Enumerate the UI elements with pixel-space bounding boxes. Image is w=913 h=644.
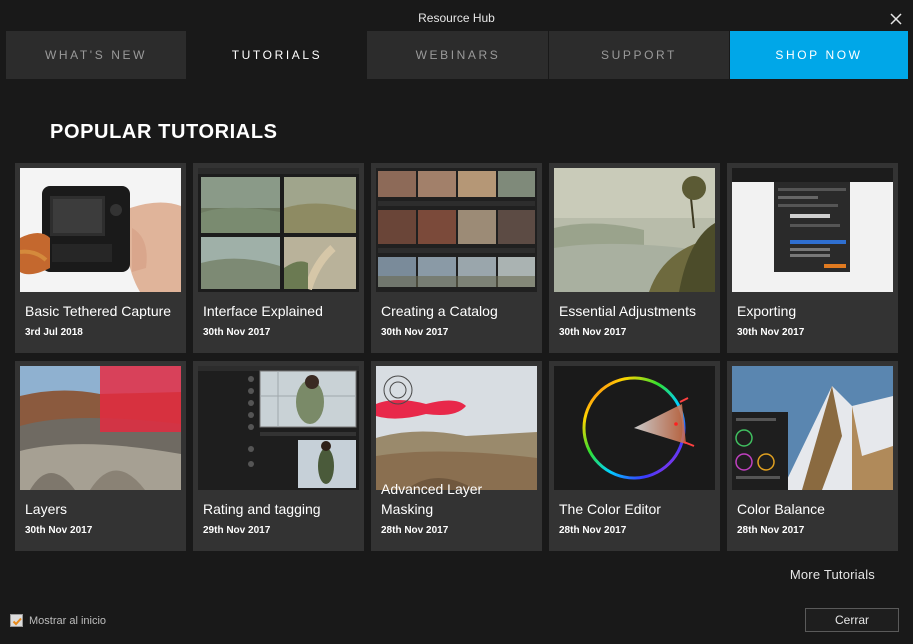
tutorial-thumbnail	[376, 168, 537, 292]
tutorial-date: 28th Nov 2017	[381, 525, 449, 536]
tutorial-thumbnail	[732, 366, 893, 490]
tutorial-date: 28th Nov 2017	[737, 525, 805, 536]
catalog-browser-grid-image	[376, 168, 537, 292]
tutorial-date: 3rd Jul 2018	[25, 327, 83, 338]
tutorial-title: Advanced Layer Masking	[381, 481, 483, 517]
color-wheel-image	[554, 366, 715, 490]
tutorial-card-interface-explained[interactable]: Interface Explained 30th Nov 2017	[193, 163, 364, 353]
show-on-start-label: Mostrar al inicio	[29, 614, 107, 627]
tutorial-thumbnail	[554, 168, 715, 292]
tutorial-card-color-balance[interactable]: Color Balance 28th Nov 2017	[727, 361, 898, 551]
tutorial-thumbnail	[732, 168, 893, 292]
close-button[interactable]: Cerrar	[805, 608, 899, 632]
tutorial-title: Creating a Catalog	[381, 303, 498, 319]
tutorial-title: Interface Explained	[203, 303, 323, 319]
checkbox-box[interactable]	[10, 614, 23, 627]
tutorial-card-essential-adjustments[interactable]: Essential Adjustments 30th Nov 2017	[549, 163, 720, 353]
tutorial-card-exporting[interactable]: Exporting 30th Nov 2017	[727, 163, 898, 353]
tutorial-date: 29th Nov 2017	[203, 525, 271, 536]
camera-in-hand-image	[20, 168, 181, 292]
tutorial-card-the-color-editor[interactable]: The Color Editor 28th Nov 2017	[549, 361, 720, 551]
tutorial-title: Essential Adjustments	[559, 303, 696, 319]
more-tutorials-link[interactable]: More Tutorials	[790, 567, 875, 582]
show-on-start-checkbox[interactable]: Mostrar al inicio	[10, 614, 106, 627]
app-interface-landscapes-image	[198, 168, 359, 292]
tutorial-thumbnail	[554, 366, 715, 490]
tab-tutorials[interactable]: TUTORIALS	[187, 31, 368, 79]
tutorial-date: 30th Nov 2017	[737, 327, 805, 338]
tutorial-thumbnail	[20, 168, 181, 292]
tutorial-card-basic-tethered-capture[interactable]: Basic Tethered Capture 3rd Jul 2018	[15, 163, 186, 353]
tutorial-title: Layers	[25, 501, 68, 517]
tutorial-card-creating-a-catalog[interactable]: Creating a Catalog 30th Nov 2017	[371, 163, 542, 353]
portrait-rating-browser-image	[198, 366, 359, 490]
tutorial-title: Rating and tagging	[203, 501, 321, 517]
tab-bar: WHAT'S NEW TUTORIALS WEBINARS SUPPORT SH…	[6, 31, 908, 79]
tutorial-date: 30th Nov 2017	[559, 327, 627, 338]
tutorial-date: 30th Nov 2017	[381, 327, 449, 338]
tab-webinars[interactable]: WEBINARS	[368, 31, 549, 79]
desert-badlands-red-layer-image	[20, 366, 181, 490]
checkmark-icon	[12, 617, 22, 626]
snowy-mountain-color-balance-image	[732, 366, 893, 490]
tab-whats-new[interactable]: WHAT'S NEW	[6, 31, 187, 79]
tutorial-date: 30th Nov 2017	[203, 327, 271, 338]
tutorial-thumbnail	[376, 366, 537, 490]
tutorial-thumbnail	[198, 366, 359, 490]
tutorial-date: 30th Nov 2017	[25, 525, 93, 536]
title-bar: Resource Hub	[0, 0, 913, 31]
desert-mask-brush-image	[376, 366, 537, 490]
tab-shop-now[interactable]: SHOP NOW	[730, 31, 908, 79]
tutorial-title: The Color Editor	[559, 501, 661, 517]
tutorial-date: 28th Nov 2017	[559, 525, 627, 536]
tutorial-card-rating-and-tagging[interactable]: Rating and tagging 29th Nov 2017	[193, 361, 364, 551]
misty-lake-landscape-image	[554, 168, 715, 292]
window-title: Resource Hub	[418, 11, 495, 25]
tutorial-title: Color Balance	[737, 501, 825, 517]
tutorial-thumbnail	[198, 168, 359, 292]
section-heading: POPULAR TUTORIALS	[50, 121, 278, 143]
tutorial-title: Exporting	[737, 303, 797, 319]
tutorial-card-layers[interactable]: Layers 30th Nov 2017	[15, 361, 186, 551]
close-icon[interactable]	[889, 12, 903, 26]
tab-support[interactable]: SUPPORT	[549, 31, 730, 79]
tutorial-thumbnail	[20, 366, 181, 490]
tutorial-title: Basic Tethered Capture	[25, 303, 172, 319]
tutorial-card-advanced-layer-masking[interactable]: Advanced Layer Masking 28th Nov 2017	[371, 361, 542, 551]
export-dialog-image	[732, 168, 893, 292]
